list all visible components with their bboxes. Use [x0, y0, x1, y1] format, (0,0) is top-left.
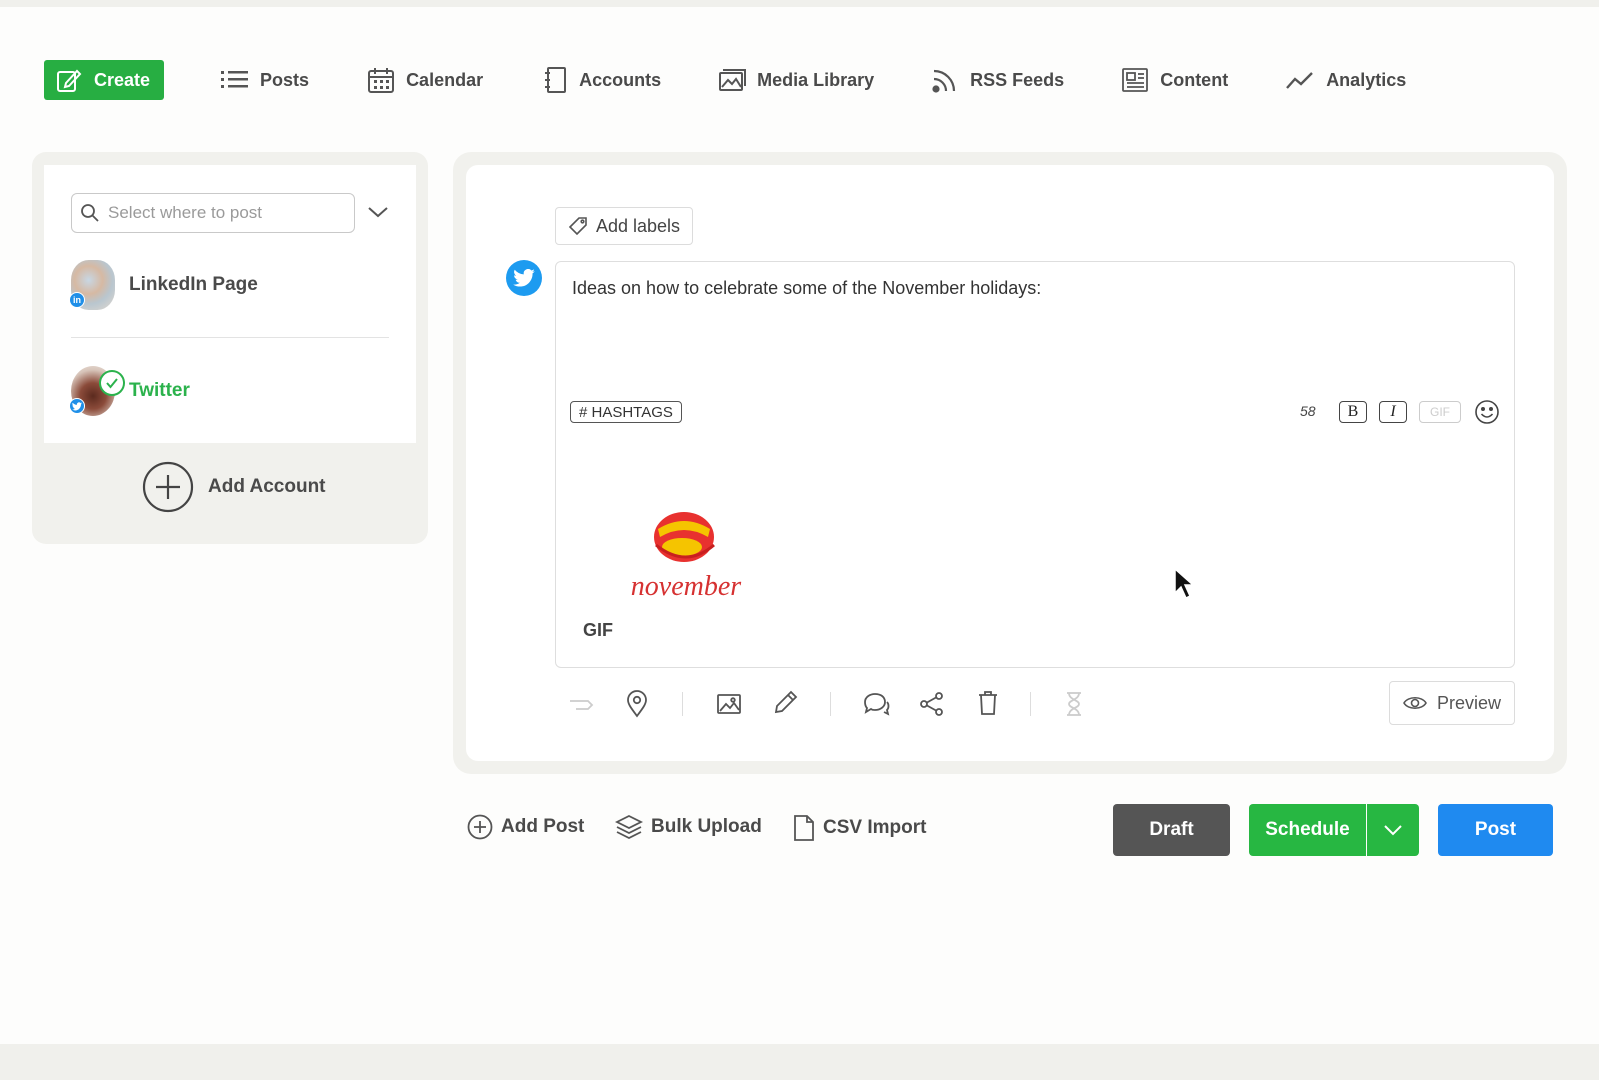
trash-icon[interactable]: [977, 690, 999, 716]
toolbar-separator: [1030, 692, 1031, 716]
add-labels-button[interactable]: Add labels: [555, 207, 694, 245]
plus-circle-icon: [142, 461, 194, 513]
mouse-cursor-icon: [1174, 567, 1195, 600]
character-count: 58: [1300, 403, 1316, 419]
nav-accounts[interactable]: Accounts: [544, 60, 661, 100]
chevron-down-icon: [1384, 825, 1402, 836]
twitter-avatar: [69, 366, 125, 416]
nav-accounts-label: Accounts: [579, 69, 662, 90]
post-editor[interactable]: Ideas on how to celebrate some of the No…: [555, 261, 1515, 668]
draft-button[interactable]: Draft: [1113, 804, 1230, 856]
trend-line-icon: [1286, 72, 1314, 89]
thread-icon[interactable]: [568, 693, 594, 713]
main-nav: Create Posts Calendar Accounts Media Lib…: [44, 60, 1406, 100]
account-divider: [71, 337, 389, 338]
linkedin-icon: in: [69, 292, 85, 308]
account-search-input[interactable]: [108, 203, 338, 223]
bulk-upload-label: Bulk Upload: [651, 816, 762, 837]
linkedin-avatar: in: [69, 260, 115, 310]
post-text[interactable]: Ideas on how to celebrate some of the No…: [572, 278, 1041, 299]
post-button[interactable]: Post: [1438, 804, 1553, 856]
rss-icon: [932, 69, 956, 93]
nav-rss-feeds[interactable]: RSS Feeds: [931, 60, 1064, 100]
calendar-icon: [368, 68, 395, 93]
tag-icon: [568, 217, 587, 236]
bottom-strip: [0, 1044, 1599, 1080]
nav-content-label: Content: [1160, 69, 1229, 90]
add-post-button[interactable]: Add Post: [467, 814, 584, 840]
bold-button[interactable]: B: [1339, 401, 1367, 423]
account-search-field[interactable]: [71, 193, 355, 233]
nav-calendar[interactable]: Calendar: [367, 60, 483, 100]
nav-analytics-label: Analytics: [1326, 69, 1407, 90]
image-upload-icon[interactable]: [716, 693, 742, 715]
hashtags-button[interactable]: # HASHTAGS: [570, 401, 682, 423]
italic-button[interactable]: I: [1379, 401, 1407, 423]
nav-posts-label: Posts: [260, 69, 310, 90]
nav-media-library[interactable]: Media Library: [718, 60, 874, 100]
csv-import-label: CSV Import: [823, 817, 927, 838]
chevron-down-icon[interactable]: [367, 205, 389, 219]
nav-media-library-label: Media Library: [757, 69, 875, 90]
preview-label: Preview: [1436, 692, 1502, 713]
add-account-button[interactable]: Add Account: [142, 461, 326, 513]
gif-art-text: november: [631, 571, 742, 602]
comment-icon[interactable]: [863, 692, 891, 716]
twitter-network-icon: [506, 260, 542, 296]
add-labels-label: Add labels: [596, 215, 681, 236]
nav-analytics[interactable]: Analytics: [1285, 60, 1406, 100]
share-icon[interactable]: [919, 691, 945, 717]
account-item-linkedin[interactable]: in LinkedIn Page: [69, 260, 258, 310]
list-icon: [221, 71, 249, 88]
eye-icon: [1403, 696, 1427, 710]
add-post-label: Add Post: [501, 816, 585, 837]
account-label-linkedin: LinkedIn Page: [129, 274, 258, 295]
hourglass-icon[interactable]: [1066, 691, 1082, 717]
search-icon: [81, 204, 99, 222]
plus-circle-icon: [467, 814, 493, 840]
media-caption: GIF: [583, 620, 613, 640]
book-icon: [545, 67, 567, 93]
nav-calendar-label: Calendar: [406, 69, 484, 90]
edit-icon: [57, 69, 82, 92]
november-gif-thumbnail[interactable]: november: [616, 507, 756, 607]
emoji-icon[interactable]: [1474, 399, 1500, 425]
selected-check-icon: [99, 370, 125, 396]
csv-import-button[interactable]: CSV Import: [793, 814, 926, 842]
schedule-dropdown-button[interactable]: [1367, 804, 1419, 856]
schedule-button[interactable]: Schedule: [1249, 804, 1366, 856]
nav-rss-feeds-label: RSS Feeds: [970, 69, 1065, 90]
location-icon[interactable]: [626, 690, 648, 718]
file-icon: [794, 815, 814, 841]
nav-posts[interactable]: Posts: [221, 60, 309, 100]
bulk-upload-button[interactable]: Bulk Upload: [615, 814, 762, 840]
image-icon: [719, 69, 747, 91]
newspaper-icon: [1122, 68, 1149, 92]
layers-icon: [615, 814, 643, 840]
account-label-twitter: Twitter: [129, 380, 190, 401]
account-item-twitter[interactable]: Twitter: [69, 366, 190, 416]
preview-button[interactable]: Preview: [1389, 681, 1515, 725]
gif-button[interactable]: GIF: [1419, 401, 1461, 423]
create-label: Create: [94, 69, 151, 90]
pencil-icon[interactable]: [772, 690, 798, 716]
twitter-icon: [69, 398, 85, 414]
nav-content[interactable]: Content: [1121, 60, 1228, 100]
toolbar-separator: [682, 692, 683, 716]
toolbar-separator: [830, 692, 831, 716]
top-strip: [0, 0, 1599, 7]
add-account-label: Add Account: [208, 476, 326, 497]
create-button[interactable]: Create: [44, 60, 165, 100]
